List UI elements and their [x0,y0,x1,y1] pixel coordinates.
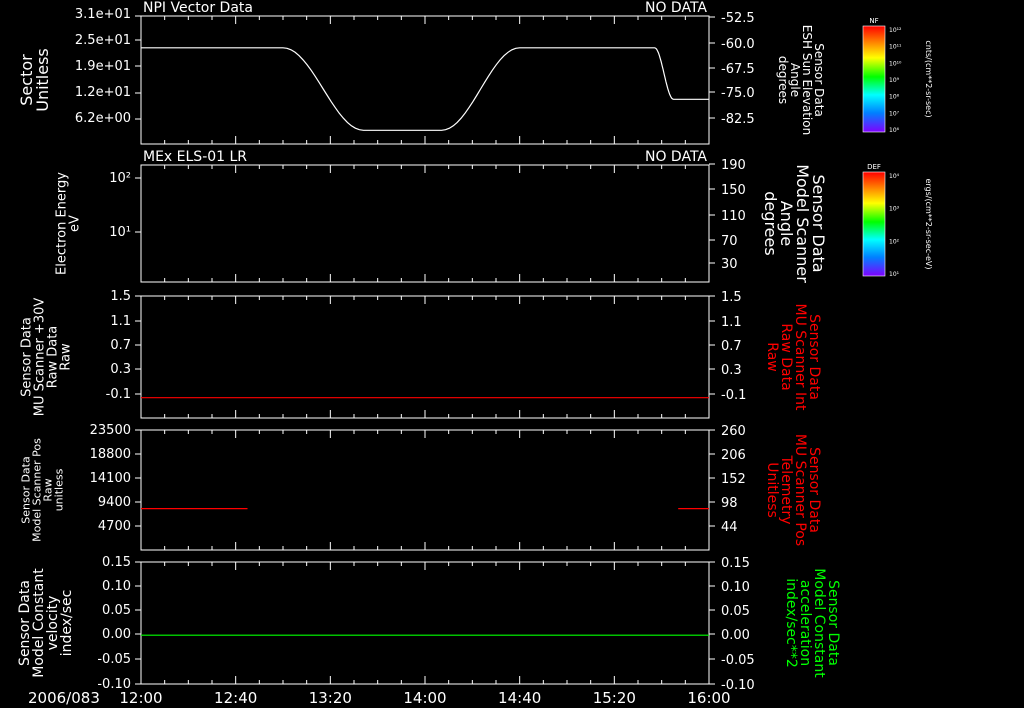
left-tick-label: 2.5e+01 [75,33,131,48]
right-axis-label-line: degrees [761,191,780,255]
left-axis-label-line: eV [68,215,83,232]
x-tick-label: 14:40 [498,689,541,707]
right-tick-label: -52.5 [721,11,755,26]
right-tick-label: 70 [721,234,738,249]
left-tick-label: 6.2e+00 [75,111,131,126]
right-tick-label: 0.15 [721,556,750,571]
right-tick-label: 44 [721,520,738,535]
left-tick-label: 9400 [98,495,131,510]
panel-status: NO DATA [645,0,707,16]
x-tick-label: 14:00 [403,689,446,707]
right-tick-label: 0.7 [721,339,742,354]
left-tick-label: 1.5 [110,289,131,304]
plot-canvas: 3.1e+01 2.5e+01 1.9e+01 1.2e+01 6.2e+00 -52.5… [0,0,1024,708]
right-tick-label: -0.05 [721,653,755,668]
left-axis-label-line: unitless [53,468,66,511]
left-tick-label: -0.1 [106,387,131,402]
left-tick-label: 3.1e+01 [75,7,131,22]
colorbar-tick-label: 10⁴ [889,173,900,180]
right-tick-label: 206 [721,448,746,463]
right-axis-label-line: Raw [764,342,780,371]
colorbar-tick-label: 10⁸ [889,94,900,101]
colorbar-tick-label: 10² [889,238,900,245]
colorbar-tick-label: 10⁷ [889,110,900,117]
colorbar-top-label: DEF [867,163,881,171]
right-tick-label: -75.0 [721,86,755,101]
colorbar-tick-label: 10⁹ [889,77,900,84]
colorbar-tick-label: 10¹ [889,271,900,278]
right-tick-label: -82.5 [721,112,755,127]
left-tick-label: 1.1 [110,314,131,329]
right-tick-label: 0.00 [721,628,750,643]
left-tick-label: 0.00 [102,627,131,642]
right-tick-label: -0.1 [721,388,746,403]
colorbar-tick-label: 10¹¹ [889,44,902,51]
left-tick-label: 1.9e+01 [75,59,131,74]
right-tick-label: 150 [721,183,746,198]
right-tick-label: 190 [721,158,746,173]
left-axis-label: SectorUnitless [17,48,52,112]
colorbar-tick-label: 10¹² [889,27,902,34]
right-axis-label: Sensor DataModel Constantaccelerationind… [783,568,841,678]
left-axis-label-line: Unitless [33,48,52,112]
left-tick-label: 1.2e+01 [75,85,131,100]
left-tick-label: 10¹ [109,225,131,240]
right-tick-label: 0.05 [721,604,750,619]
colorbar-unit-text: ergs/(cm**2-sr-sec-eV) [924,178,933,269]
left-axis-label-line: Raw [59,343,74,371]
left-tick-label: 0.10 [102,579,131,594]
panel-status: NO DATA [645,149,707,165]
left-tick-label: 18800 [90,447,131,462]
left-tick-label: 10² [109,171,131,186]
right-tick-label: 1.5 [721,290,742,305]
right-axis-label-line: degrees [776,56,790,104]
x-tick-label: 15:20 [593,689,636,707]
colorbar-gradient [862,25,886,133]
right-tick-label: -60.0 [721,37,755,52]
date-label: 2006/083 [28,689,100,707]
left-tick-label: 23500 [90,423,131,438]
panel-title: NPI Vector Data [143,0,253,16]
right-tick-label: 110 [721,209,746,224]
left-tick-label: -0.05 [97,652,131,667]
left-tick-label: 0.15 [102,555,131,570]
right-tick-label: -67.5 [721,62,755,77]
left-tick-label: 0.3 [110,362,131,377]
x-tick-label: 16:00 [687,689,730,707]
colorbar-top-label: NF [869,17,878,25]
right-tick-label: 98 [721,496,738,511]
right-tick-label: 0.10 [721,580,750,595]
right-axis-label-line: Unitless [764,462,780,518]
left-tick-label: 4700 [98,519,131,534]
colorbar-unit: cnts/(cm**2-sr-sec) [924,40,933,117]
right-tick-label: 260 [721,424,746,439]
panel-title: MEx ELS-01 LR [143,149,247,165]
right-tick-label: 0.3 [721,363,742,378]
colorbar-tick-label: 10³ [889,206,900,213]
right-axis-label-line: index/sec**2 [783,578,799,668]
colorbar-tick-label: 10⁶ [889,127,900,134]
x-tick-label: 12:40 [214,689,257,707]
left-tick-label: 0.7 [110,338,131,353]
colorbar-unit: ergs/(cm**2-sr-sec-eV) [924,178,933,269]
left-tick-label: 0.05 [102,603,131,618]
colorbar-unit-text: cnts/(cm**2-sr-sec) [924,40,933,117]
colorbar-gradient [862,171,886,277]
colorbar-tick-label: 10¹⁰ [889,60,902,67]
left-tick-label: 14100 [90,471,131,486]
right-tick-label: 30 [721,257,738,272]
right-tick-label: 152 [721,472,746,487]
x-tick-label: 12:00 [119,689,162,707]
right-tick-label: 1.1 [721,315,742,330]
left-axis-label-line: index/sec [59,590,75,657]
x-tick-label: 13:20 [309,689,352,707]
